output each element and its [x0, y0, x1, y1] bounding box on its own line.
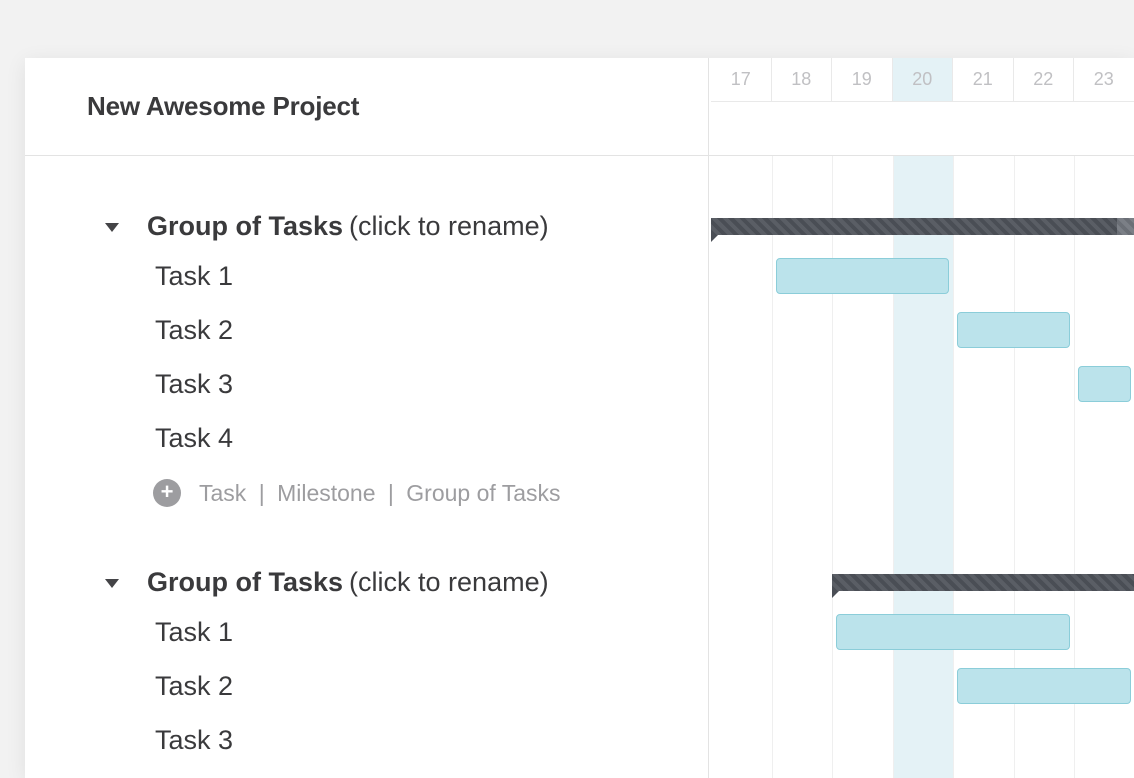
add-item-row: Task | Milestone | Group of Tasks [25, 465, 708, 521]
task-name[interactable]: Task 1 [155, 261, 233, 292]
group-row[interactable]: Group of Tasks (click to rename) [25, 203, 708, 249]
today-column [893, 156, 954, 778]
task-name[interactable]: Task 2 [155, 315, 233, 346]
group-bar[interactable] [832, 574, 1134, 591]
project-title[interactable]: New Awesome Project [87, 91, 359, 122]
day-header[interactable]: 18 [772, 58, 833, 102]
day-header[interactable]: 23 [1074, 58, 1134, 102]
spacer [25, 521, 708, 559]
group-row[interactable]: Group of Tasks (click to rename) [25, 559, 708, 605]
add-group-link[interactable]: Group of Tasks [406, 480, 560, 506]
group-bar[interactable] [711, 218, 1117, 235]
group-name[interactable]: Group of Tasks [147, 567, 343, 598]
day-header[interactable]: 20 [893, 58, 954, 102]
gantt-pane[interactable] [709, 156, 1134, 778]
group-bar-end[interactable] [1117, 218, 1134, 235]
task-name[interactable]: Task 4 [155, 423, 233, 454]
group-hint: (click to rename) [349, 211, 549, 242]
task-row[interactable]: Task 3 [25, 357, 708, 411]
task-row[interactable]: Task 4 [25, 411, 708, 465]
task-row[interactable]: Task 3 [25, 713, 708, 767]
task-list-pane: Group of Tasks (click to rename) Task 1 … [25, 156, 709, 778]
grid-line [893, 156, 894, 778]
group-hint: (click to rename) [349, 567, 549, 598]
add-task-link[interactable]: Task [199, 480, 246, 506]
day-header[interactable]: 19 [832, 58, 893, 102]
timeline-header: 17181920212223 [709, 58, 1134, 155]
task-bar[interactable] [957, 668, 1131, 704]
grid-line [832, 156, 833, 778]
body: Group of Tasks (click to rename) Task 1 … [25, 156, 1134, 778]
group-name[interactable]: Group of Tasks [147, 211, 343, 242]
task-bar[interactable] [957, 312, 1070, 348]
divider: | [388, 480, 394, 506]
task-row[interactable]: Task 1 [25, 249, 708, 303]
task-row[interactable]: Task 2 [25, 659, 708, 713]
task-name[interactable]: Task 1 [155, 617, 233, 648]
header-left: New Awesome Project [25, 58, 709, 155]
day-header[interactable]: 21 [953, 58, 1014, 102]
header: New Awesome Project 17181920212223 [25, 58, 1134, 156]
task-row[interactable]: Task 2 [25, 303, 708, 357]
task-name[interactable]: Task 3 [155, 369, 233, 400]
task-bar[interactable] [776, 258, 950, 294]
day-header[interactable]: 22 [1014, 58, 1075, 102]
task-name[interactable]: Task 2 [155, 671, 233, 702]
add-links: Task | Milestone | Group of Tasks [199, 480, 561, 507]
task-bar[interactable] [1078, 366, 1131, 402]
day-header[interactable]: 17 [711, 58, 772, 102]
add-icon[interactable] [153, 479, 181, 507]
gantt-card: New Awesome Project 17181920212223 Group… [25, 58, 1134, 778]
caret-down-icon[interactable] [105, 223, 119, 232]
divider: | [259, 480, 265, 506]
task-bar[interactable] [836, 614, 1070, 650]
grid-line [772, 156, 773, 778]
add-milestone-link[interactable]: Milestone [277, 480, 375, 506]
task-row[interactable]: Task 1 [25, 605, 708, 659]
caret-down-icon[interactable] [105, 579, 119, 588]
task-name[interactable]: Task 3 [155, 725, 233, 756]
grid-line [953, 156, 954, 778]
